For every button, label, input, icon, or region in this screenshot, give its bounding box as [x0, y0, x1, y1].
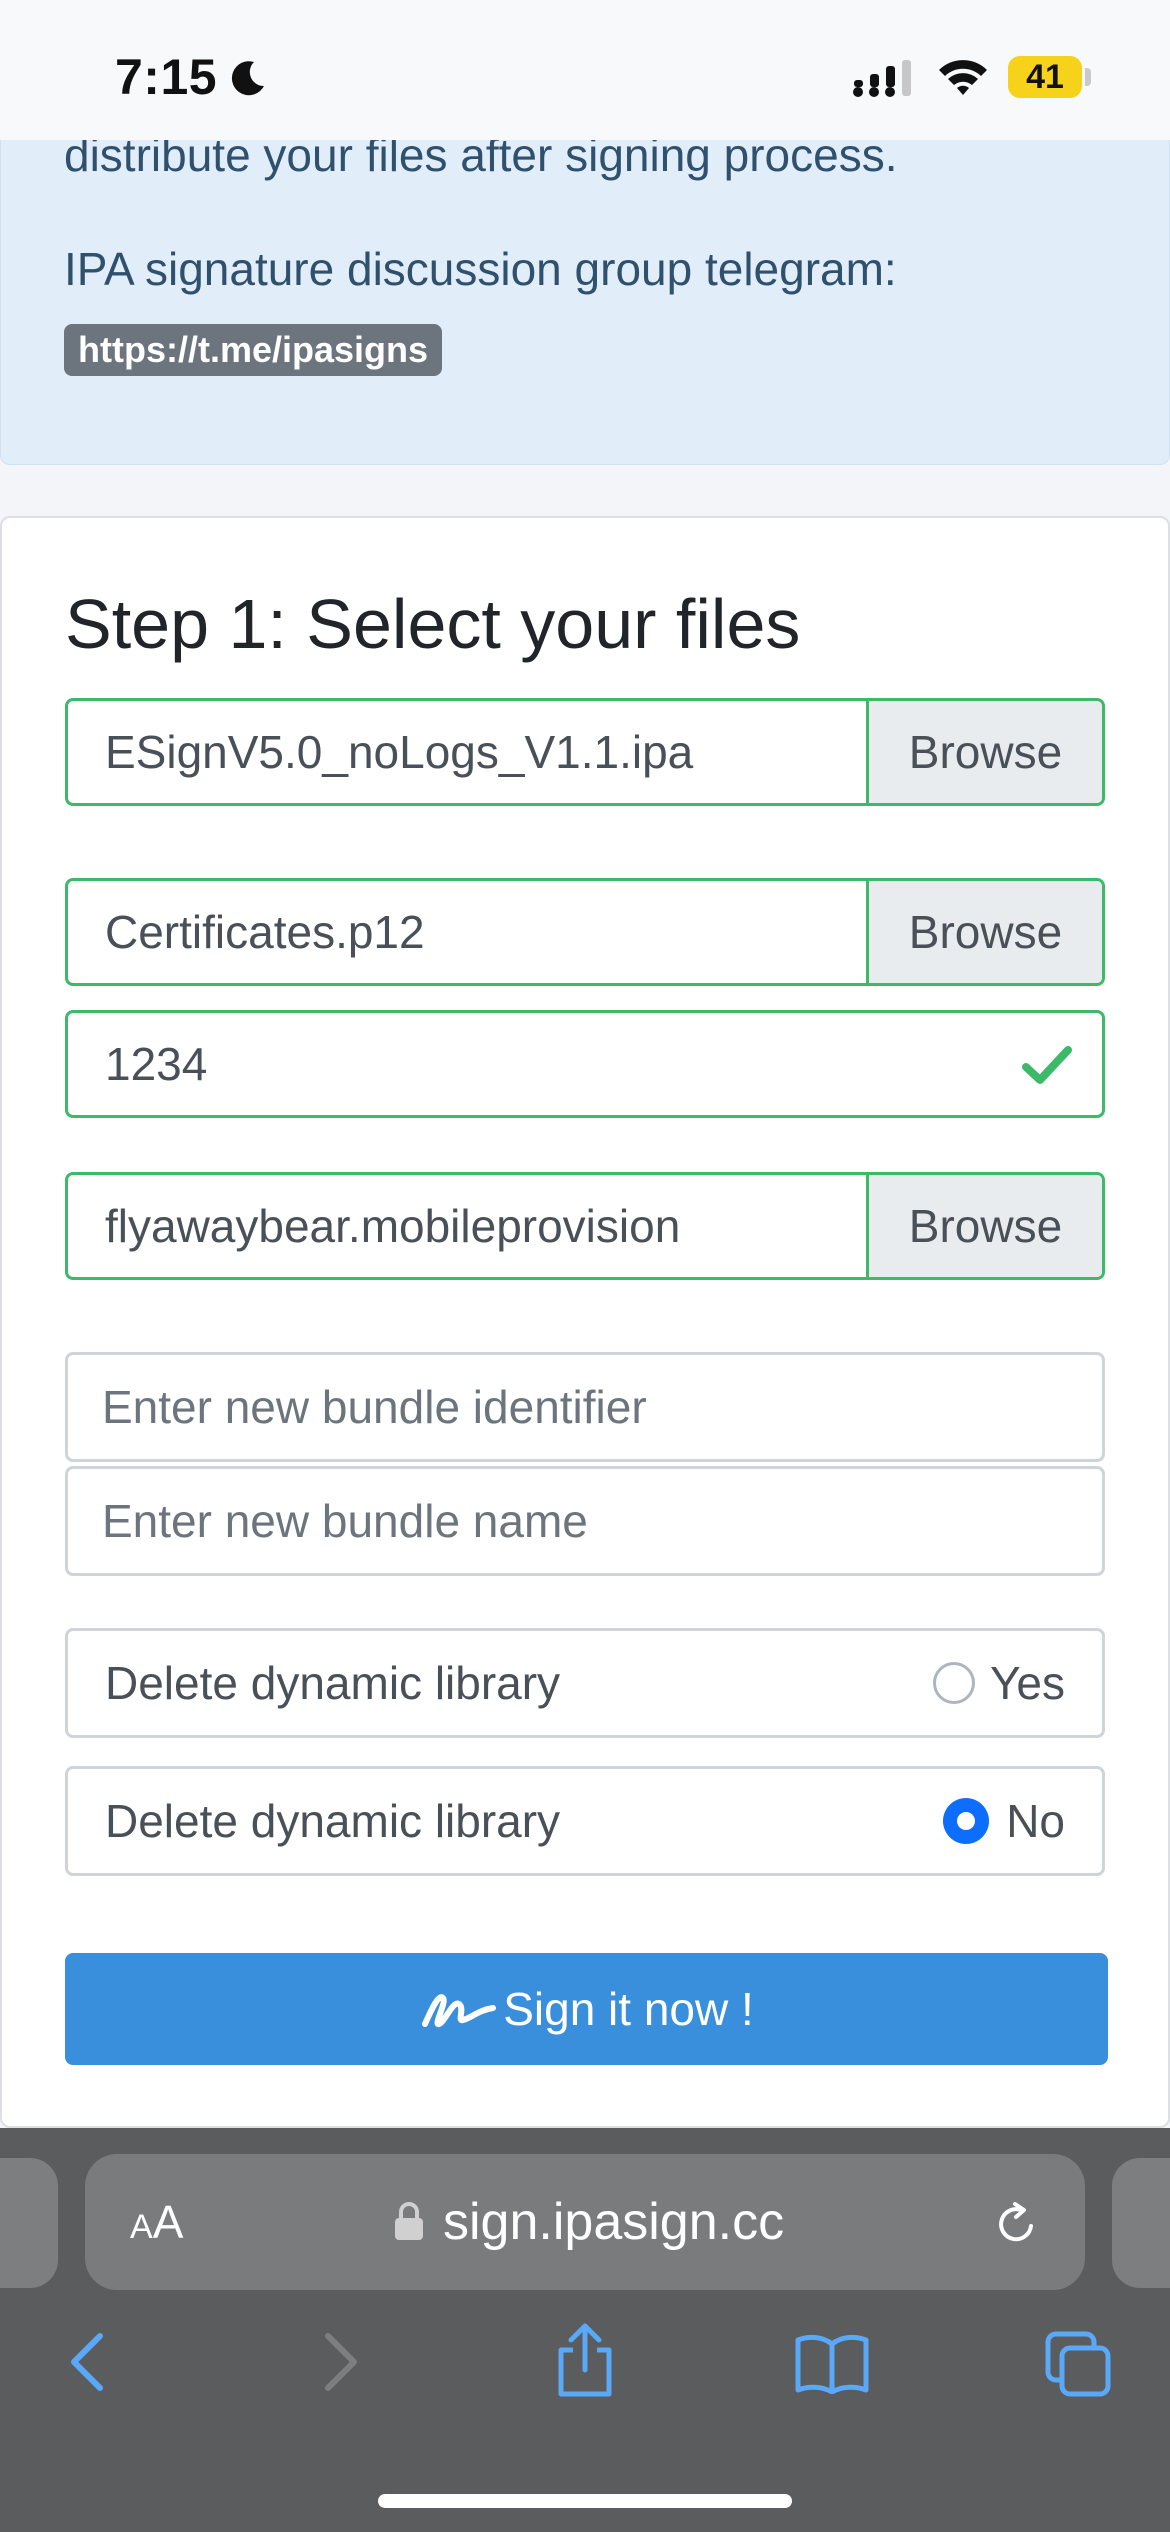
- ipa-file-input[interactable]: ESignV5.0_noLogs_V1.1.ipa Browse: [65, 698, 1105, 806]
- provision-browse-button[interactable]: Browse: [866, 1175, 1102, 1277]
- ipa-browse-button[interactable]: Browse: [866, 701, 1102, 803]
- bundle-name-input[interactable]: [102, 1469, 1062, 1573]
- bundle-identifier-input[interactable]: [102, 1355, 1062, 1459]
- back-icon[interactable]: [66, 2330, 110, 2394]
- delete-library-no-row[interactable]: Delete dynamic library No: [65, 1766, 1105, 1876]
- next-tab-peek[interactable]: [1112, 2158, 1170, 2288]
- battery-icon: 41: [1008, 56, 1082, 98]
- battery-tip: [1085, 68, 1091, 86]
- home-indicator[interactable]: [378, 2494, 792, 2508]
- delete-library-yes-row[interactable]: Delete dynamic library Yes: [65, 1628, 1105, 1738]
- reload-icon[interactable]: [993, 2200, 1041, 2248]
- bundle-name-field: [65, 1466, 1105, 1576]
- delete-library-label: Delete dynamic library: [105, 1795, 561, 1847]
- status-bar: 7:15 41: [0, 0, 1170, 140]
- radio-no-label: No: [1006, 1795, 1065, 1847]
- tabs-icon[interactable]: [1044, 2330, 1114, 2400]
- bookmarks-icon[interactable]: [794, 2334, 870, 2394]
- provision-file-name: flyawaybear.mobileprovision: [105, 1200, 681, 1252]
- sign-now-label: Sign it now !: [503, 1983, 754, 2035]
- previous-tab-peek[interactable]: [0, 2158, 58, 2288]
- url-text[interactable]: sign.ipasign.cc: [443, 2154, 784, 2290]
- radio-yes[interactable]: [933, 1662, 975, 1704]
- sign-now-button[interactable]: Sign it now !: [65, 1953, 1108, 2065]
- lock-icon: [395, 2202, 423, 2240]
- p12-password-field[interactable]: 1234: [65, 1010, 1105, 1118]
- info-alert: distribute your files after signing proc…: [0, 129, 1170, 465]
- telegram-group-text: IPA signature discussion group telegram:: [64, 243, 897, 295]
- p12-password-value: 1234: [105, 1038, 208, 1090]
- forward-icon[interactable]: [318, 2330, 362, 2394]
- delete-library-label: Delete dynamic library: [105, 1657, 561, 1709]
- step1-title: Step 1: Select your files: [65, 585, 801, 663]
- ipa-file-name: ESignV5.0_noLogs_V1.1.ipa: [105, 726, 694, 778]
- provision-file-input[interactable]: flyawaybear.mobileprovision Browse: [65, 1172, 1105, 1280]
- signature-icon: [422, 1994, 497, 2027]
- radio-no-selected[interactable]: [943, 1798, 989, 1844]
- reader-aa-icon[interactable]: AA: [130, 2154, 183, 2295]
- bundle-identifier-field: [65, 1352, 1105, 1462]
- p12-file-input[interactable]: Certificates.p12 Browse: [65, 878, 1105, 986]
- address-bar[interactable]: AA sign.ipasign.cc: [85, 2154, 1085, 2290]
- telegram-link-badge[interactable]: https://t.me/ipasigns: [64, 324, 443, 376]
- check-icon: [1022, 1046, 1072, 1084]
- radio-yes-label: Yes: [989, 1657, 1065, 1709]
- share-icon[interactable]: [553, 2322, 617, 2398]
- safari-toolbar: AA sign.ipasign.cc: [0, 2128, 1170, 2532]
- signal-icon: [853, 60, 911, 97]
- step1-card: Step 1: Select your files ESignV5.0_noLo…: [0, 516, 1170, 2128]
- status-time: 7:15: [115, 49, 218, 105]
- moon-icon: [231, 61, 264, 96]
- p12-browse-button[interactable]: Browse: [866, 881, 1102, 983]
- p12-file-name: Certificates.p12: [105, 906, 425, 958]
- wifi-icon: [939, 60, 987, 95]
